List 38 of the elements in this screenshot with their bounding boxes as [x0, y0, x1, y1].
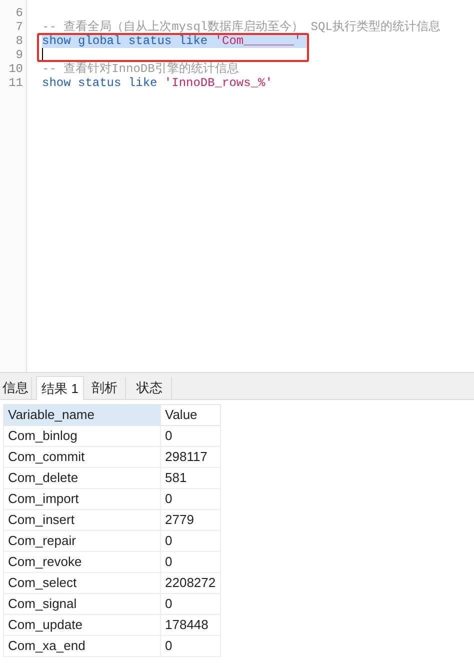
tab[interactable]: 信息 [0, 377, 32, 399]
table-cell: 2208272 [160, 572, 220, 594]
table-cell: Com_revoke [4, 552, 160, 572]
table-cell: 0 [160, 488, 220, 510]
table-cell: Com_update [4, 614, 160, 636]
table-cell: 581 [160, 468, 220, 488]
code-comment: -- 查看针对InnoDB引擎的统计信息 [42, 62, 239, 76]
table-cell: Com_binlog [4, 426, 160, 446]
line-number: 7 [14, 20, 24, 34]
code-string: 'Com_______' [214, 34, 302, 48]
table-cell: 0 [160, 636, 220, 656]
code-text: show status like [42, 76, 158, 90]
table-cell: Com_xa_end [4, 636, 160, 656]
table-cell: 0 [160, 552, 220, 572]
table-cell: Com_select [4, 572, 160, 594]
table-cell: Com_repair [4, 530, 160, 552]
line-number: 8 [14, 34, 24, 48]
code-text: show global status like [42, 34, 209, 48]
table-cell: 298117 [160, 446, 220, 468]
table-cell: 0 [160, 426, 220, 446]
table-cell: 0 [160, 530, 220, 552]
table-cell: Com_insert [4, 510, 160, 530]
table-cell: 178448 [160, 614, 220, 636]
column-header[interactable]: Value [160, 404, 220, 426]
line-number: 9 [14, 48, 24, 62]
table-cell: 2779 [160, 510, 220, 530]
column-header[interactable]: Variable_name [4, 404, 160, 426]
code-string: 'InnoDB_rows_%' [164, 76, 272, 90]
table-cell: 0 [160, 594, 220, 614]
table-cell: Com_signal [4, 594, 160, 614]
line-number: 10 [8, 62, 24, 76]
line-number: 11 [8, 76, 24, 90]
code-comment: -- 查看全局（自从上次mysql数据库启动至今） SQL执行类型的统计信息 [42, 20, 440, 34]
tab[interactable]: 结果 1 [36, 376, 84, 400]
table-cell: Com_commit [4, 446, 160, 468]
table-cell: Com_delete [4, 468, 160, 488]
table-cell: Com_import [4, 488, 160, 510]
line-number: 6 [14, 6, 24, 20]
